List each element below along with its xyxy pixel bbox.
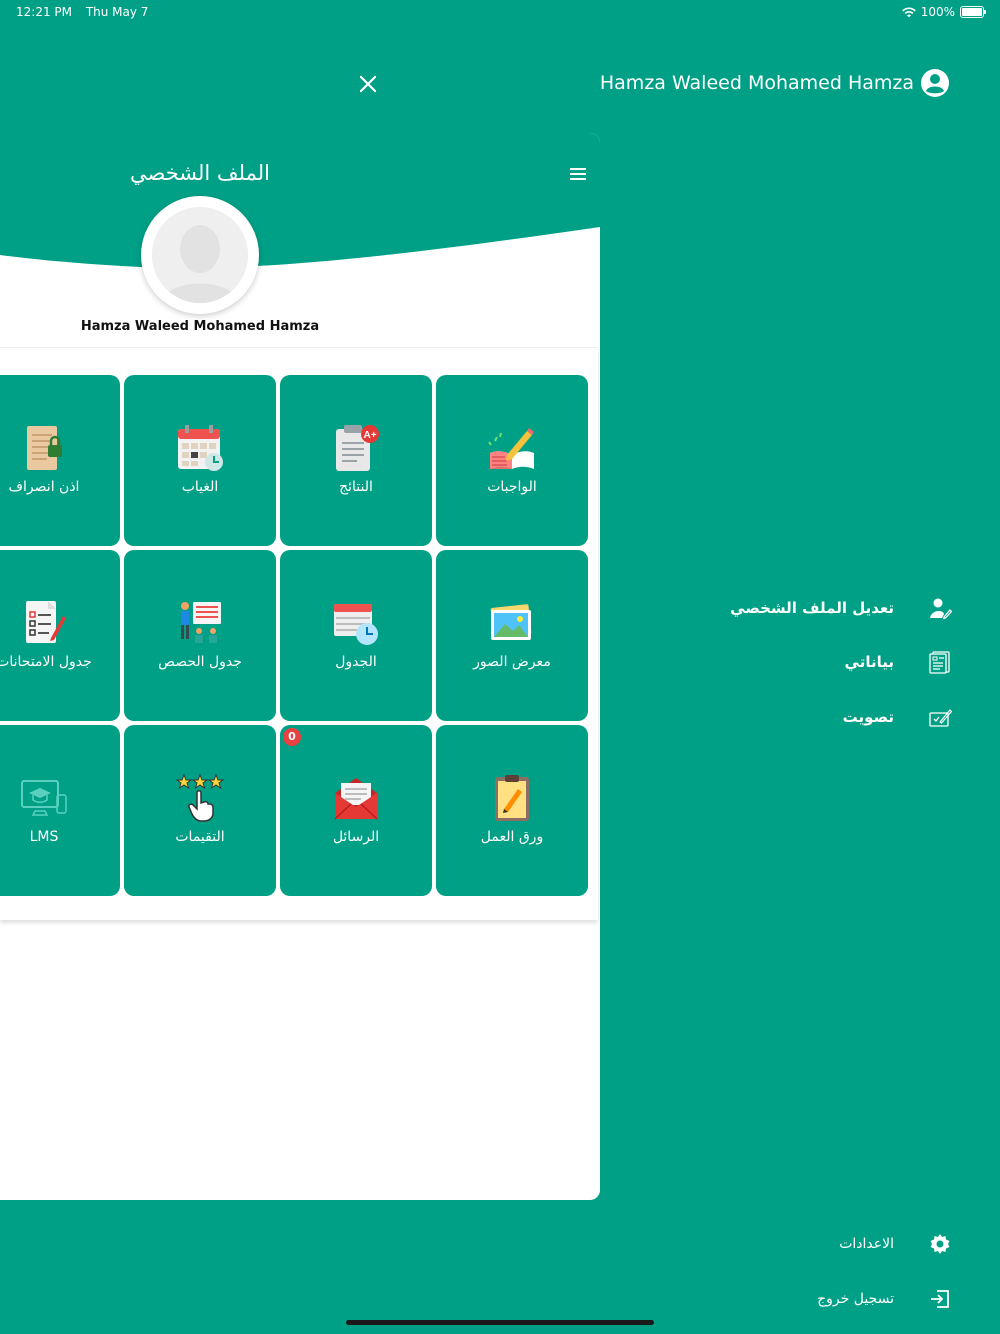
menu-settings[interactable]: الاعدادات [839,1232,952,1256]
tile-leave-permission-label: اذن انصراف [8,479,80,495]
tile-lms[interactable]: LMS [0,725,120,896]
status-date: Thu May 7 [85,5,149,19]
tile-ratings-label: التقيمات [175,829,225,845]
tile-messages[interactable]: الرسائل [280,725,432,896]
absence-icon [178,425,223,471]
tile-class-schedule[interactable]: جدول الحصص [124,550,276,721]
svg-text:A+: A+ [363,430,376,441]
status-bar: 12:21 PM Thu May 7 100% [0,0,1000,24]
menu-settings-label: الاعدادات [839,1236,894,1252]
my-data-icon [929,651,950,674]
default-avatar-icon [152,207,248,303]
tile-gallery[interactable]: معرض الصور [436,550,588,721]
user-account-icon [921,69,949,97]
wifi-icon [901,6,916,17]
menu-my-data-label: بياناتي [844,653,894,671]
logout-icon [931,1290,949,1308]
page-title: الملف الشخصي [130,161,270,185]
edit-profile-icon [930,598,952,620]
menu-logout-label: تسجيل خروج [817,1291,894,1307]
leave-permission-icon [27,426,62,470]
lms-icon [21,780,67,816]
results-icon: A+ [336,425,379,471]
tile-schedule[interactable]: الجدول [280,550,432,721]
tile-leave-permission[interactable]: اذن انصراف [0,375,120,546]
messages-icon [334,778,378,820]
menu-edit-profile-label: تعديل الملف الشخصي [730,599,894,617]
drawer-user[interactable]: Hamza Waleed Mohamed Hamza [600,68,950,98]
tile-worksheet-label: ورق العمل [480,829,544,845]
tile-ratings[interactable]: التقيمات [124,725,276,896]
gallery-icon [490,604,532,640]
vote-icon [929,709,952,727]
tile-exam-schedule[interactable]: جدول الامتحانات [0,550,120,721]
menu-my-data[interactable]: بياناتي [845,650,952,674]
panel-header-background [0,133,600,269]
tile-exam-schedule-label: جدول الامتحانات [0,654,92,670]
worksheet-icon [495,775,529,821]
tile-homework[interactable]: الواجبات [436,375,588,546]
gear-icon [930,1234,950,1254]
tile-gallery-label: معرض الصور [473,654,551,670]
close-icon[interactable] [356,72,380,96]
schedule-icon [334,604,378,645]
tile-schedule-label: الجدول [335,654,377,670]
menu-logout[interactable]: تسجيل خروج [817,1287,952,1311]
tile-absence-label: الغياب [181,479,219,495]
tile-messages-label: الرسائل [332,829,380,845]
battery-icon [960,6,986,18]
tile-results-label: النتائج [339,479,373,495]
messages-count-badge: 0 [283,728,301,746]
tile-class-schedule-label: جدول الحصص [158,654,242,670]
hamburger-menu-icon[interactable] [570,168,586,180]
profile-name: Hamza Waleed Mohamed Hamza [80,319,320,334]
menu-vote[interactable]: تصويت [843,705,952,729]
homework-icon [488,428,534,469]
ratings-icon [175,773,225,822]
tile-lms-label: LMS [29,829,59,845]
exam-schedule-icon [26,601,66,643]
menu-vote-label: تصويت [842,708,894,726]
home-indicator [346,1320,654,1325]
battery-percent: 100% [920,5,955,19]
avatar[interactable] [141,196,259,314]
tile-homework-label: الواجبات [487,479,537,495]
tile-absence[interactable]: الغياب [124,375,276,546]
tile-results[interactable]: A+ النتائج [280,375,432,546]
class-schedule-icon [181,602,221,643]
menu-edit-profile[interactable]: تعديل الملف الشخصي [730,596,952,620]
drawer-user-name: Hamza Waleed Mohamed Hamza [599,72,914,94]
tile-worksheet[interactable]: ورق العمل [436,725,588,896]
status-time: 12:21 PM [16,5,72,19]
